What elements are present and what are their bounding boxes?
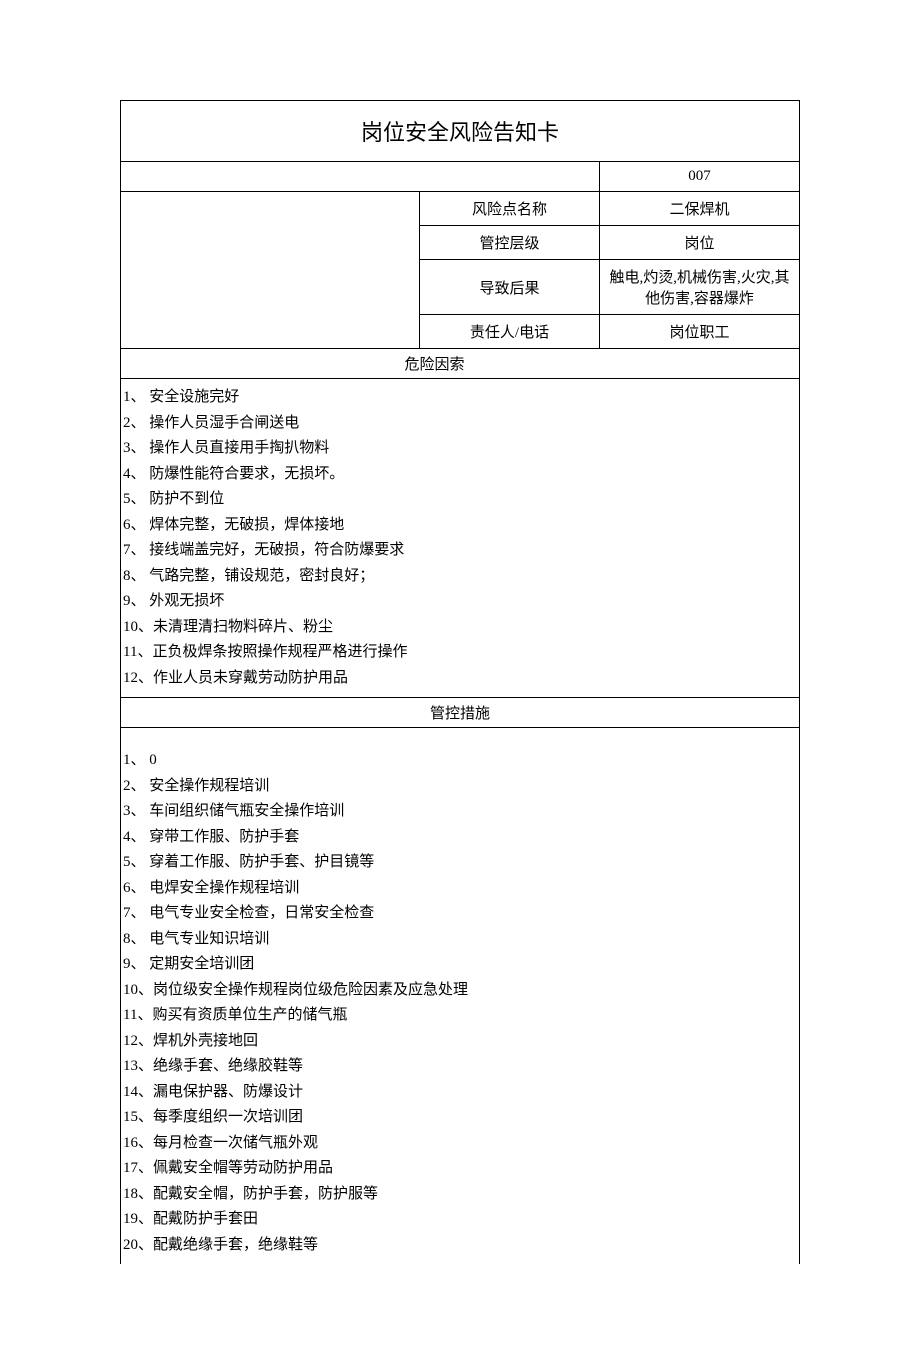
control-section-header-row: 管控措施 bbox=[121, 698, 800, 728]
control-measure-item: 14、漏电保护器、防爆设计 bbox=[123, 1080, 795, 1106]
risk-factor-item: 3、 操作人员直接用手掏扒物料 bbox=[123, 436, 795, 462]
risk-factors-row: 1、 安全设施完好2、 操作人员湿手合闸送电3、 操作人员直接用手掏扒物料4、 … bbox=[121, 379, 800, 698]
card-title: 岗位安全风险告知卡 bbox=[121, 101, 800, 162]
control-measure-item: 5、 穿着工作服、防护手套、护目镜等 bbox=[123, 850, 795, 876]
control-measure-item: 12、焊机外壳接地回 bbox=[123, 1029, 795, 1055]
responsible-value: 岗位职工 bbox=[600, 315, 800, 349]
risk-factors-list: 1、 安全设施完好2、 操作人员湿手合闸送电3、 操作人员直接用手掏扒物料4、 … bbox=[121, 379, 800, 698]
risk-factor-item: 8、 气路完整，铺设规范，密封良好； bbox=[123, 564, 795, 590]
consequence-value: 触电,灼烫,机械伤害,火灾,其他伤害,容器爆炸 bbox=[600, 260, 800, 315]
risk-factor-item: 9、 外观无损坏 bbox=[123, 589, 795, 615]
code-row: 007 bbox=[121, 162, 800, 192]
control-measure-item: 6、 电焊安全操作规程培训 bbox=[123, 876, 795, 902]
risk-factor-item: 11、正负极焊条按照操作规程严格进行操作 bbox=[123, 640, 795, 666]
risk-section-header-row: 危 险因索 bbox=[121, 349, 800, 379]
responsible-label: 责任人/电话 bbox=[420, 315, 600, 349]
control-measure-item: 2、 安全操作规程培训 bbox=[123, 774, 795, 800]
control-measures-row: 1、 02、 安全操作规程培训3、 车间组织储气瓶安全操作培训4、 穿带工作服、… bbox=[121, 728, 800, 1265]
risk-factor-item: 6、 焊体完整，无破损，焊体接地 bbox=[123, 513, 795, 539]
risk-factor-item: 7、 接线端盖完好，无破损，符合防爆要求 bbox=[123, 538, 795, 564]
risk-factor-item: 10、未清理清扫物料碎片、粉尘 bbox=[123, 615, 795, 641]
risk-factor-item: 2、 操作人员湿手合闸送电 bbox=[123, 411, 795, 437]
control-measure-item: 15、每季度组织一次培训团 bbox=[123, 1105, 795, 1131]
control-measure-item: 18、配戴安全帽，防护手套，防护服等 bbox=[123, 1182, 795, 1208]
consequence-label: 导致后果 bbox=[420, 260, 600, 315]
spacer bbox=[123, 734, 795, 748]
document-container: 岗位安全风险告知卡 007 风险点名称 二保焊机 管控层级 岗位 导致后果 触电… bbox=[120, 100, 800, 1264]
risk-name-label: 风险点名称 bbox=[420, 192, 600, 226]
control-measure-item: 19、配戴防护手套田 bbox=[123, 1207, 795, 1233]
control-measure-item: 11、购买有资质单位生产的储气瓶 bbox=[123, 1003, 795, 1029]
card-code: 007 bbox=[600, 162, 800, 192]
control-measure-item: 20、配戴绝缘手套，绝缘鞋等 bbox=[123, 1233, 795, 1259]
risk-factor-item: 12、作业人员未穿戴劳动防护用品 bbox=[123, 666, 795, 692]
info-blank-left bbox=[121, 192, 420, 349]
control-level-value: 岗位 bbox=[600, 226, 800, 260]
code-row-blank bbox=[121, 162, 600, 192]
control-measure-item: 1、 0 bbox=[123, 748, 795, 774]
risk-factor-item: 5、 防护不到位 bbox=[123, 487, 795, 513]
info-row-risk-name: 风险点名称 二保焊机 bbox=[121, 192, 800, 226]
control-section-header: 管控措施 bbox=[121, 698, 800, 728]
risk-card-table: 岗位安全风险告知卡 007 风险点名称 二保焊机 管控层级 岗位 导致后果 触电… bbox=[120, 100, 800, 1264]
control-measure-item: 4、 穿带工作服、防护手套 bbox=[123, 825, 795, 851]
control-measure-item: 7、 电气专业安全检查，日常安全检查 bbox=[123, 901, 795, 927]
control-measure-item: 3、 车间组织储气瓶安全操作培训 bbox=[123, 799, 795, 825]
control-measure-item: 10、岗位级安全操作规程岗位级危险因素及应急处理 bbox=[123, 978, 795, 1004]
risk-factor-item: 1、 安全设施完好 bbox=[123, 385, 795, 411]
control-measure-item: 8、 电气专业知识培训 bbox=[123, 927, 795, 953]
risk-name-value: 二保焊机 bbox=[600, 192, 800, 226]
control-measure-item: 9、 定期安全培训团 bbox=[123, 952, 795, 978]
control-measure-item: 16、每月检查一次储气瓶外观 bbox=[123, 1131, 795, 1157]
control-measure-item: 17、佩戴安全帽等劳动防护用品 bbox=[123, 1156, 795, 1182]
control-measure-item: 13、绝缘手套、绝缘胶鞋等 bbox=[123, 1054, 795, 1080]
title-row: 岗位安全风险告知卡 bbox=[121, 101, 800, 162]
control-level-label: 管控层级 bbox=[420, 226, 600, 260]
risk-section-header-right: 险因索 bbox=[420, 349, 800, 379]
risk-factor-item: 4、 防爆性能符合要求，无损坏。 bbox=[123, 462, 795, 488]
risk-section-header-left: 危 bbox=[121, 349, 420, 379]
control-measures-list: 1、 02、 安全操作规程培训3、 车间组织储气瓶安全操作培训4、 穿带工作服、… bbox=[121, 728, 800, 1265]
